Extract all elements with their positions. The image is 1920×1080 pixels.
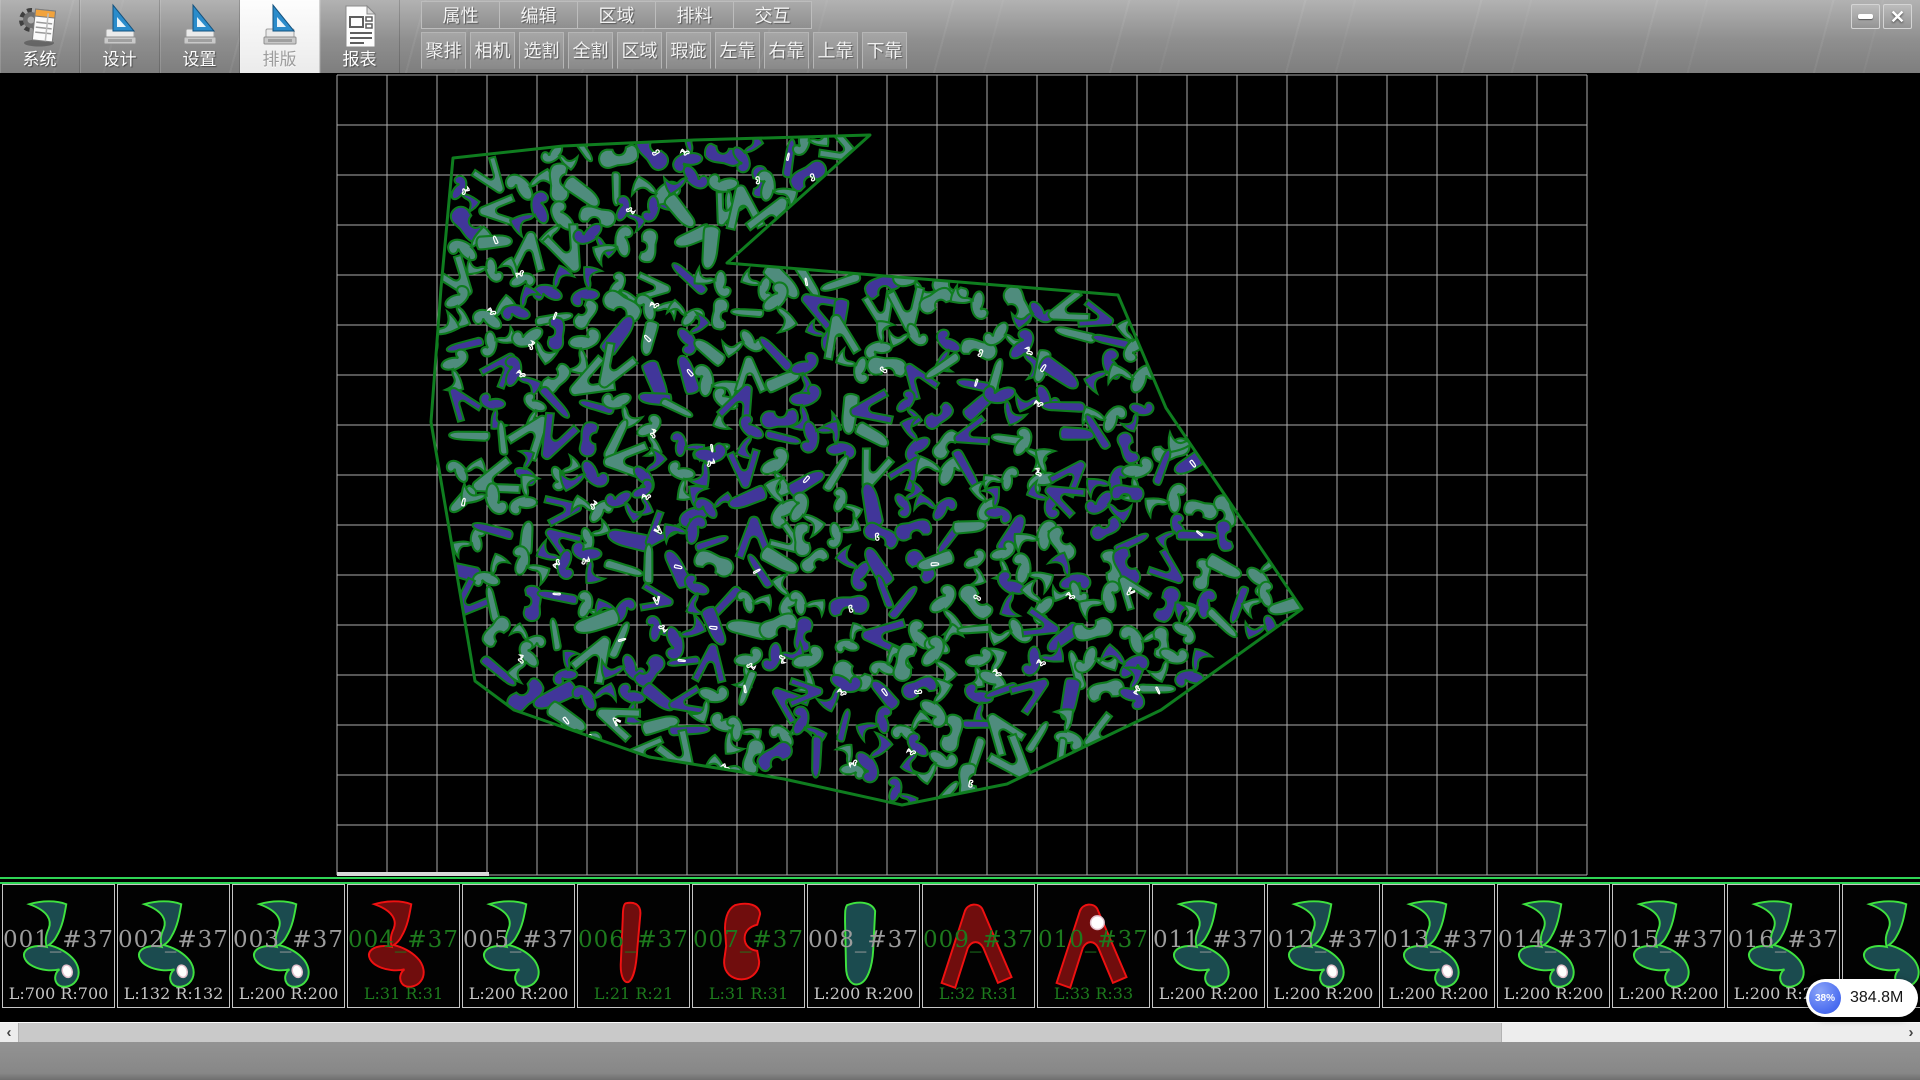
app-toolbar: 系统 设计 设置 排版 报表 — [0, 0, 400, 73]
nesting-canvas[interactable] — [0, 73, 1920, 877]
app-button-设置[interactable]: 设置 — [160, 0, 240, 73]
piece-counts: L:200 R:200 — [808, 984, 919, 1003]
piece-id: 010_#37 — [1038, 927, 1149, 953]
piece-counts: L:200 R:200 — [233, 984, 344, 1003]
piece-counts: L:132 R:132 — [118, 984, 229, 1003]
piece-counts: L:200 R:200 — [1613, 984, 1724, 1003]
thumbnail-cell-012_#37[interactable]: 012_#37 L:200 R:200 — [1267, 884, 1380, 1008]
piece-id: 016_#37 — [1728, 927, 1839, 953]
piece-counts: L:32 R:31 — [923, 984, 1034, 1003]
piece-id: 012_#37 — [1268, 927, 1379, 953]
piece-id: 008_#37 — [808, 927, 919, 953]
app-button-排版[interactable]: 排版 — [240, 0, 320, 73]
thumbnail-cell-013_#37[interactable]: 013_#37 L:200 R:200 — [1382, 884, 1495, 1008]
piece-id: 013_#37 — [1383, 927, 1494, 953]
piece-id: 011_#37 — [1153, 927, 1264, 953]
app-button-报表[interactable]: 报表 — [320, 0, 400, 73]
application-window: 系统 设计 设置 排版 报表 属性编辑区域排料交互 聚排相机选割全割区域瑕疵左靠… — [0, 0, 1920, 1080]
thumbnail-cell-011_#37[interactable]: 011_#37 L:200 R:200 — [1152, 884, 1265, 1008]
piece-counts: L:200 R:200 — [1268, 984, 1379, 1003]
piece-id: 015_#37 — [1613, 927, 1724, 953]
app-button-label: 报表 — [320, 50, 399, 70]
thumbnail-cell-010_#37[interactable]: 010_#37 L:33 R:33 — [1037, 884, 1150, 1008]
piece-counts: L:200 R:200 — [1498, 984, 1609, 1003]
piece-id: 007_#37 — [693, 927, 804, 953]
set-square-icon — [178, 3, 222, 50]
piece-counts: L:31 R:31 — [693, 984, 804, 1003]
piece-thumbnail-strip: 001_#37 L:700 R:700 002_#37 L:132 R:132 … — [0, 884, 1920, 1022]
action-button-瑕疵[interactable]: 瑕疵 — [666, 32, 711, 69]
app-button-label: 设计 — [80, 50, 159, 70]
menu-tabs: 属性编辑区域排料交互 — [421, 1, 812, 29]
thumbnail-cell-014_#37[interactable]: 014_#37 L:200 R:200 — [1497, 884, 1610, 1008]
menu-tab-属性[interactable]: 属性 — [421, 1, 500, 29]
thumbnail-cell-005_#37[interactable]: 005_#37 L:200 R:200 — [462, 884, 575, 1008]
scroll-left-arrow[interactable]: ‹ — [0, 1023, 18, 1043]
piece-id: 014_#37 — [1498, 927, 1609, 953]
close-icon: ✕ — [1890, 8, 1905, 26]
action-button-聚排[interactable]: 聚排 — [421, 32, 466, 69]
action-button-选割[interactable]: 选割 — [519, 32, 564, 69]
menu-tab-编辑[interactable]: 编辑 — [499, 1, 578, 29]
thumbnail-cell-015_#37[interactable]: 015_#37 L:200 R:200 — [1612, 884, 1725, 1008]
status-bar — [0, 1042, 1920, 1080]
piece-counts: L:700 R:700 — [3, 984, 114, 1003]
thumbnail-cell-003_#37[interactable]: 003_#37 L:200 R:200 — [232, 884, 345, 1008]
app-button-label: 系统 — [0, 50, 79, 70]
thumbnail-cell-002_#37[interactable]: 002_#37 L:132 R:132 — [117, 884, 230, 1008]
piece-id: 005_#37 — [463, 927, 574, 953]
app-button-label: 设置 — [160, 50, 239, 70]
gear-notebook-icon — [16, 3, 63, 50]
piece-id: 006_#37 — [578, 927, 689, 953]
set-square-icon — [258, 3, 302, 50]
canvas-mini-scrollbar — [337, 872, 489, 876]
piece-id: 001_#37 — [3, 927, 114, 953]
action-button-右靠[interactable]: 右靠 — [764, 32, 809, 69]
app-button-设计[interactable]: 设计 — [80, 0, 160, 73]
thumbnail-cell-006_#37[interactable]: 006_#37 L:21 R:21 — [577, 884, 690, 1008]
action-button-区域[interactable]: 区域 — [617, 32, 662, 69]
piece-id: 009_#37 — [923, 927, 1034, 953]
thumbnail-cell-007_#37[interactable]: 007_#37 L:31 R:31 — [692, 884, 805, 1008]
thumbnail-cell-004_#37[interactable]: 004_#37 L:31 R:31 — [347, 884, 460, 1008]
menu-tab-区域[interactable]: 区域 — [577, 1, 656, 29]
action-button-全割[interactable]: 全割 — [568, 32, 613, 69]
piece-id: 002_#37 — [118, 927, 229, 953]
piece-id: 004_#37 — [348, 927, 459, 953]
piece-id: 003_#37 — [233, 927, 344, 953]
minimize-button[interactable] — [1851, 4, 1880, 29]
close-button[interactable]: ✕ — [1883, 4, 1912, 29]
action-button-相机[interactable]: 相机 — [470, 32, 515, 69]
piece-counts: L:200 R:200 — [1153, 984, 1264, 1003]
menu-tab-交互[interactable]: 交互 — [733, 1, 812, 29]
titlebar: 系统 设计 设置 排版 报表 属性编辑区域排料交互 聚排相机选割全割区域瑕疵左靠… — [0, 0, 1920, 73]
window-controls: ✕ — [1851, 4, 1912, 29]
app-button-label: 排版 — [240, 50, 319, 70]
piece-counts: L:21 R:21 — [578, 984, 689, 1003]
report-document-icon — [338, 3, 382, 50]
progress-circle: 38% — [1809, 982, 1841, 1014]
piece-counts: L:200 R:200 — [463, 984, 574, 1003]
scroll-right-arrow[interactable]: › — [1902, 1023, 1920, 1043]
action-toolbar: 聚排相机选割全割区域瑕疵左靠右靠上靠下靠 — [421, 32, 907, 69]
thumbnail-cell-008_#37[interactable]: 008_#37 L:200 R:200 — [807, 884, 920, 1008]
scrollbar-thumb[interactable] — [18, 1023, 1502, 1042]
menu-tab-排料[interactable]: 排料 — [655, 1, 734, 29]
piece-counts: L:200 R:200 — [1383, 984, 1494, 1003]
thumbnail-cell-009_#37[interactable]: 009_#37 L:32 R:31 — [922, 884, 1035, 1008]
action-button-左靠[interactable]: 左靠 — [715, 32, 760, 69]
app-button-系统[interactable]: 系统 — [0, 0, 80, 73]
action-button-下靠[interactable]: 下靠 — [862, 32, 907, 69]
thumbnail-cell-001_#37[interactable]: 001_#37 L:700 R:700 — [2, 884, 115, 1008]
action-button-上靠[interactable]: 上靠 — [813, 32, 858, 69]
memory-value: 384.8M — [1850, 989, 1903, 1007]
piece-counts: L:33 R:33 — [1038, 984, 1149, 1003]
set-square-icon — [98, 3, 142, 50]
piece-counts: L:31 R:31 — [348, 984, 459, 1003]
minimize-icon — [1858, 14, 1873, 19]
strip-divider — [0, 877, 1920, 884]
horizontal-scrollbar[interactable]: ‹ › — [0, 1022, 1920, 1042]
memory-badge: 38% 384.8M — [1806, 979, 1918, 1017]
